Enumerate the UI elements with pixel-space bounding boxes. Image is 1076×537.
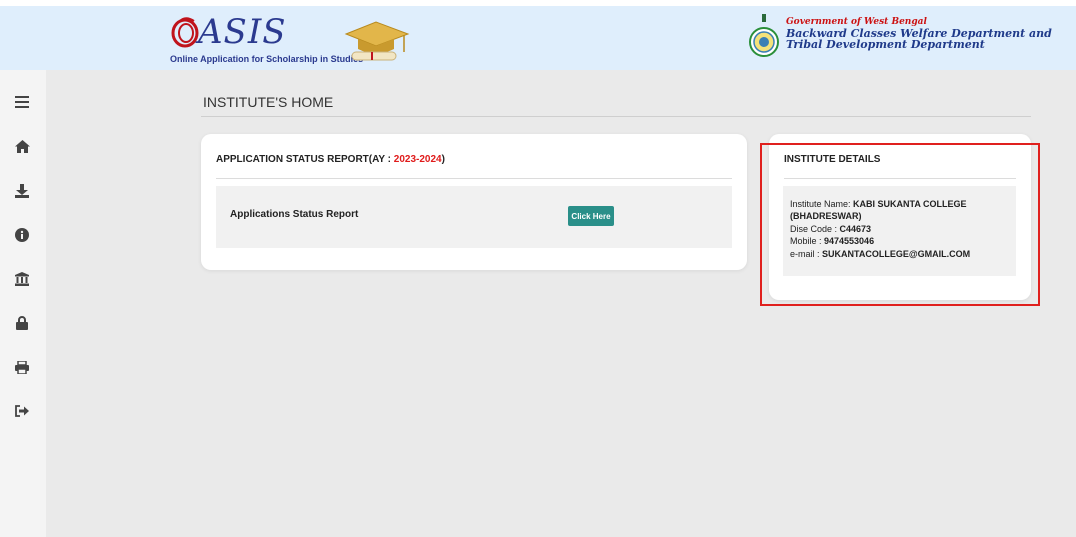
status-card-title: APPLICATION STATUS REPORT(AY : 2023-2024… <box>216 154 445 165</box>
mobile-label: Mobile : <box>790 236 825 246</box>
report-row-label: Applications Status Report <box>230 209 359 220</box>
header: ASIS Online Application for Scholarship … <box>0 0 1076 70</box>
gov-line-3: Tribal Development Department <box>786 38 985 51</box>
institute-name-value-1: KABI SUKANTA COLLEGE <box>853 199 967 209</box>
email-line: e-mail : SUKANTACOLLEGE@GMAIL.COM <box>790 249 970 260</box>
institute-name-line: Institute Name: KABI SUKANTA COLLEGE <box>790 199 967 210</box>
page-title: INSTITUTE'S HOME <box>203 94 334 110</box>
academic-year: 2023-2024 <box>393 154 442 165</box>
graduation-cap-icon <box>344 21 410 61</box>
government-text: Government of West Bengal Backward Class… <box>786 17 1052 50</box>
click-here-button[interactable]: Click Here <box>568 206 614 226</box>
oasis-logo[interactable]: ASIS Online Application for Scholarship … <box>170 10 420 68</box>
menu-icon[interactable] <box>12 92 32 112</box>
status-title-suffix: ) <box>441 154 445 165</box>
institute-details-card: INSTITUTE DETAILS Institute Name: KABI S… <box>769 134 1031 300</box>
dise-code-label: Dise Code : <box>790 224 840 234</box>
info-icon[interactable] <box>12 225 32 245</box>
institute-name-value-2: (BHADRESWAR) <box>790 211 862 221</box>
sidebar <box>0 70 46 537</box>
email-value: SUKANTACOLLEGE@GMAIL.COM <box>822 249 971 259</box>
oasis-o-swirl-icon <box>171 17 199 48</box>
institute-name-line-2: (BHADRESWAR) <box>790 211 862 222</box>
details-card-title: INSTITUTE DETAILS <box>784 154 881 165</box>
mobile-value: 9474553046 <box>824 236 875 246</box>
logout-icon[interactable] <box>12 401 32 421</box>
logo-word: ASIS <box>198 12 287 52</box>
institution-icon[interactable] <box>12 269 32 289</box>
status-title-prefix: APPLICATION STATUS REPORT(AY : <box>216 154 394 165</box>
download-icon[interactable] <box>12 181 32 201</box>
status-card-divider <box>216 178 732 179</box>
home-icon[interactable] <box>12 136 32 156</box>
email-label: e-mail : <box>790 249 823 259</box>
print-icon[interactable] <box>12 357 32 377</box>
institute-name-label: Institute Name: <box>790 199 854 209</box>
dise-code-value: C44673 <box>839 224 872 234</box>
title-divider <box>201 116 1031 117</box>
government-branding: Government of West Bengal Backward Class… <box>748 12 1068 62</box>
application-status-card: APPLICATION STATUS REPORT(AY : 2023-2024… <box>201 134 747 270</box>
dise-code-line: Dise Code : C44673 <box>790 224 871 235</box>
mobile-line: Mobile : 9474553046 <box>790 236 874 247</box>
report-row: Applications Status Report Click Here <box>216 186 732 248</box>
west-bengal-emblem-icon <box>749 14 779 57</box>
main-content: INSTITUTE'S HOME APPLICATION STATUS REPO… <box>46 70 1076 537</box>
details-card-divider <box>784 178 1016 179</box>
details-box: Institute Name: KABI SUKANTA COLLEGE (BH… <box>783 186 1016 276</box>
logo-tagline: Online Application for Scholarship in St… <box>170 54 364 64</box>
lock-icon[interactable] <box>12 313 32 333</box>
